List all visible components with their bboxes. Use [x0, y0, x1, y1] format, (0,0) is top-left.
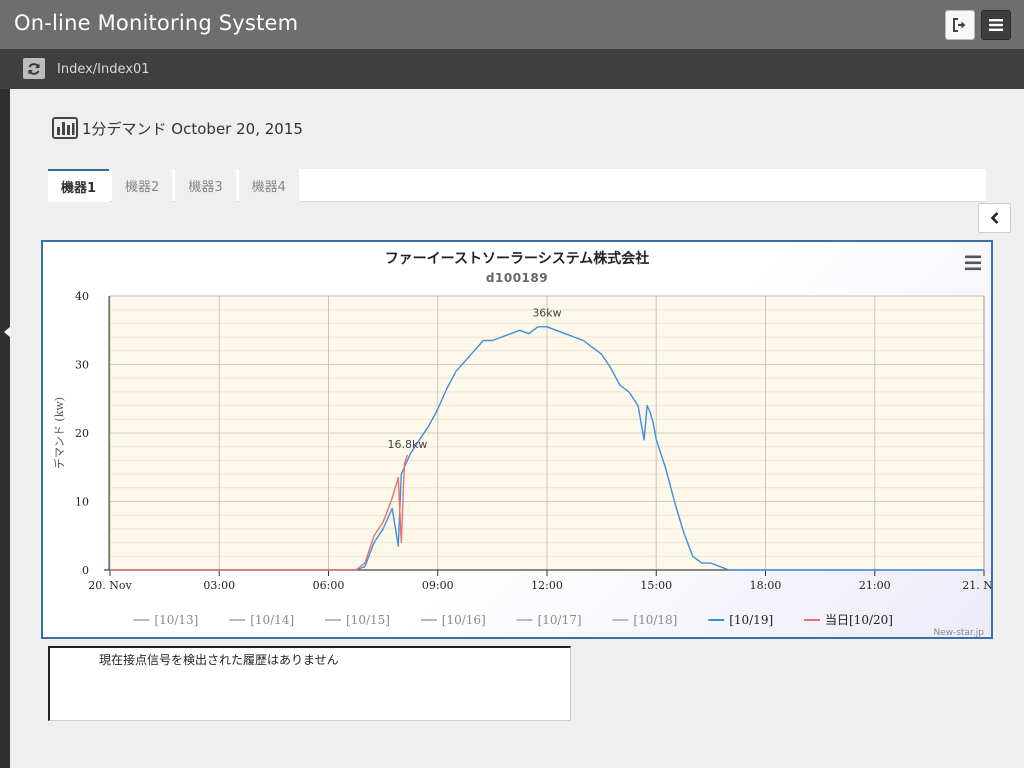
sidebar-collapsed[interactable]	[0, 89, 11, 768]
logout-button[interactable]	[945, 10, 975, 40]
tab-device-4[interactable]: 機器4	[238, 169, 299, 202]
chart-context-menu-icon[interactable]	[965, 261, 981, 265]
refresh-icon	[28, 62, 40, 75]
legend-item[interactable]: [10/19]	[729, 613, 773, 627]
main-menu-button[interactable]	[981, 10, 1011, 40]
top-navbar: On-line Monitoring System	[0, 0, 1024, 49]
y-tick-label: 30	[75, 359, 89, 372]
chart-title: ファーイーストソーラーシステム株式会社	[385, 250, 650, 267]
page-heading: 1分デマンド October 20, 2015	[52, 117, 303, 139]
x-tick-label: 21:00	[859, 579, 891, 592]
y-tick-label: 40	[75, 290, 89, 303]
legend-item[interactable]: [10/15]	[346, 613, 390, 627]
x-tick-label: 15:00	[640, 579, 672, 592]
legend-item[interactable]: [10/13]	[154, 613, 198, 627]
hamburger-menu-icon	[989, 19, 1003, 31]
logout-icon	[953, 18, 966, 32]
legend-item[interactable]: [10/17]	[538, 613, 582, 627]
x-tick-label: 06:00	[313, 579, 345, 592]
data-label: 16.8kw	[387, 438, 427, 451]
y-tick-label: 10	[75, 496, 89, 509]
x-tick-label: 20. Nov	[88, 579, 132, 592]
data-label: 36kw	[532, 306, 561, 319]
tab-device-1[interactable]: 機器1	[48, 169, 110, 202]
y-tick-label: 20	[75, 427, 89, 440]
no-history-message: 現在接点信号を検出された履歴はありません	[99, 653, 339, 667]
chart-context-menu-icon[interactable]	[965, 255, 981, 259]
x-tick-label: 21. Nov	[962, 579, 991, 592]
app-title: On-line Monitoring System	[14, 11, 299, 35]
x-tick-label: 18:00	[750, 579, 782, 592]
x-tick-label: 09:00	[422, 579, 454, 592]
y-axis-title: デマンド (kw)	[52, 397, 66, 469]
x-tick-label: 12:00	[531, 579, 563, 592]
breadcrumb-bar: Index/Index01	[0, 49, 1024, 89]
device-tabs: 機器1 機器2 機器3 機器4	[48, 169, 986, 202]
sidebar-indicator-icon	[4, 326, 11, 338]
legend-item[interactable]: [10/16]	[442, 613, 486, 627]
chart-subtitle: d100189	[486, 271, 548, 285]
contact-signal-history-panel: 現在接点信号を検出された履歴はありません	[48, 646, 571, 721]
tab-device-3[interactable]: 機器3	[175, 169, 236, 202]
chevron-left-icon	[990, 212, 998, 224]
chart-context-menu-icon[interactable]	[965, 267, 981, 271]
x-tick-label: 03:00	[203, 579, 235, 592]
legend-item[interactable]: 当日[10/20]	[825, 613, 893, 627]
demand-chart-svg: 0 10 20 30 40 20. Nov 03:00 06:00 09:00 12:00 15:0…	[52, 250, 991, 637]
bar-chart-icon	[52, 117, 78, 139]
page-title: 1分デマンド October 20, 2015	[82, 119, 303, 138]
tab-device-2[interactable]: 機器2	[112, 169, 173, 202]
breadcrumb[interactable]: Index/Index01	[57, 62, 150, 77]
y-tick-label: 0	[82, 564, 89, 577]
legend-item[interactable]: [10/18]	[633, 613, 677, 627]
demand-chart: 0 10 20 30 40 20. Nov 03:00 06:00 09:00 12:00 15:0…	[41, 240, 993, 639]
chart-credit[interactable]: New-star.jp	[933, 628, 984, 637]
legend-item[interactable]: [10/14]	[250, 613, 294, 627]
collapse-panel-button[interactable]	[978, 203, 1011, 233]
refresh-button[interactable]	[23, 58, 45, 79]
